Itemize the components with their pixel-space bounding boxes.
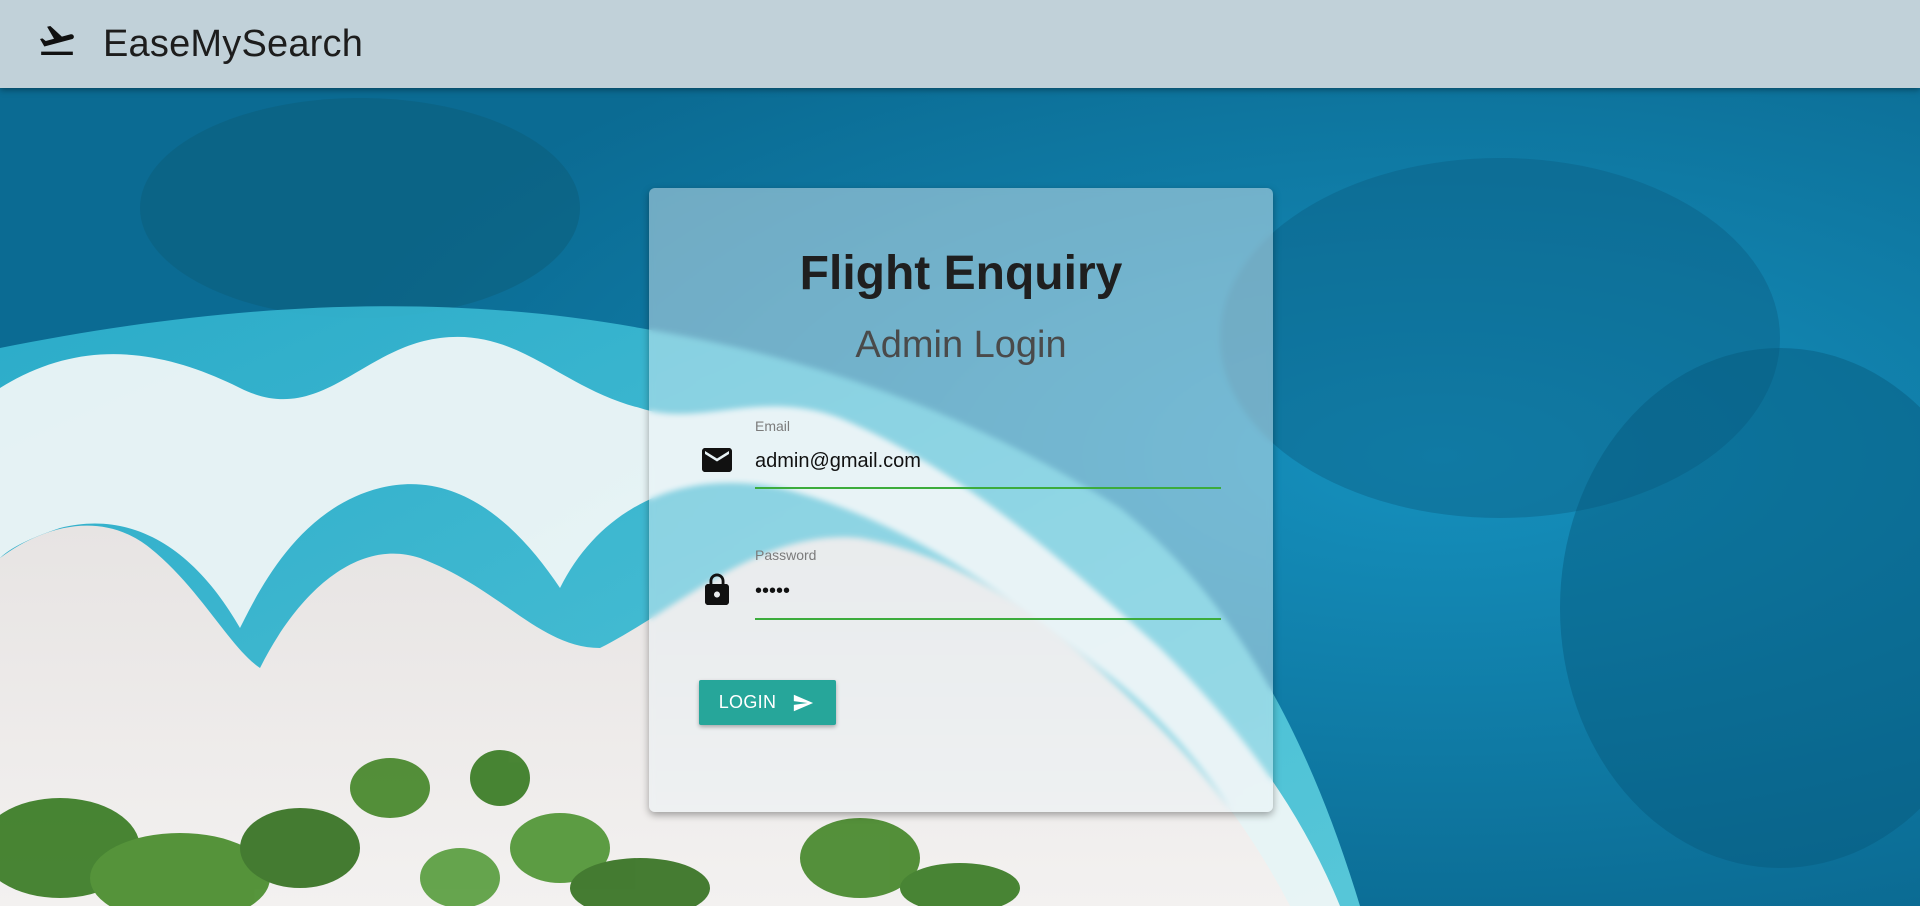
- password-label: Password: [755, 547, 817, 563]
- top-navbar: EaseMySearch: [0, 0, 1920, 88]
- password-field[interactable]: [755, 576, 1221, 606]
- email-underline: [755, 487, 1221, 489]
- page: EaseMySearch Flight Enquiry Admin Login …: [0, 0, 1920, 906]
- email-icon: [702, 448, 732, 472]
- password-underline: [755, 618, 1221, 620]
- app-title[interactable]: EaseMySearch: [103, 20, 363, 68]
- login-button-label: LOGIN: [718, 692, 777, 712]
- email-label: Email: [755, 418, 791, 434]
- lock-icon: [705, 573, 729, 605]
- card-title: Flight Enquiry: [799, 247, 1123, 300]
- login-card: Flight Enquiry Admin Login Email Passwor…: [649, 188, 1273, 812]
- card-subtitle: Admin Login: [855, 324, 1067, 366]
- send-icon: [794, 694, 814, 711]
- email-field[interactable]: [755, 446, 1221, 476]
- login-button[interactable]: LOGIN: [699, 680, 836, 725]
- flight-takeoff-icon[interactable]: [34, 20, 80, 60]
